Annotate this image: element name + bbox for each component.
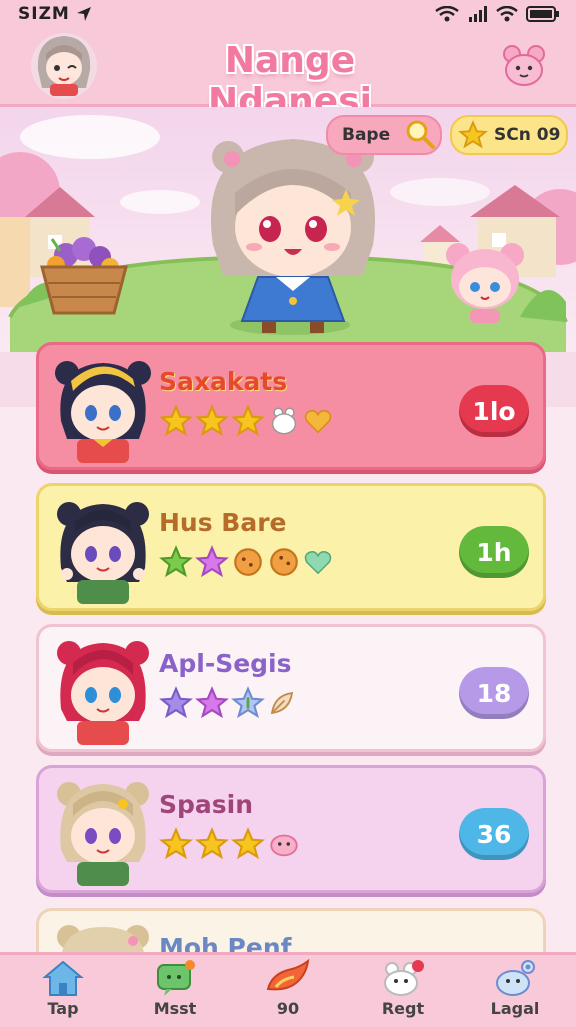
star-icon bbox=[159, 827, 193, 860]
level-badge[interactable]: 18 bbox=[459, 667, 529, 719]
cookie-icon bbox=[270, 548, 298, 576]
main-character[interactable] bbox=[188, 125, 398, 335]
heart-icon bbox=[304, 410, 332, 434]
battery-icon bbox=[526, 6, 559, 22]
home-icon bbox=[42, 960, 84, 996]
card-rating bbox=[159, 685, 297, 721]
status-icons bbox=[434, 6, 560, 22]
chat-icon bbox=[157, 960, 195, 996]
flower-icon bbox=[231, 686, 265, 719]
companion-character[interactable] bbox=[440, 237, 530, 327]
score-pill[interactable]: SCn 09 bbox=[450, 115, 568, 155]
pet-icon bbox=[270, 834, 298, 857]
star-icon bbox=[195, 545, 229, 578]
search-pill[interactable]: Bape bbox=[326, 115, 442, 155]
card-rating bbox=[159, 544, 333, 580]
star-icon bbox=[159, 404, 193, 437]
star-icon bbox=[231, 404, 265, 437]
level-badge[interactable]: 1lo bbox=[459, 385, 529, 437]
character-name: Saxakats bbox=[159, 367, 288, 396]
nav-label: Regt bbox=[381, 999, 425, 1018]
status-bar: SIZM bbox=[0, 0, 576, 28]
nav-item-regt[interactable]: Regt bbox=[358, 959, 448, 1025]
nav-item-lagal[interactable]: Lagal bbox=[470, 959, 560, 1025]
level-badge[interactable]: 1h bbox=[459, 526, 529, 578]
signal-icon bbox=[469, 6, 487, 22]
level-badge[interactable]: 36 bbox=[459, 808, 529, 860]
nav-item-msst[interactable]: Msst bbox=[130, 959, 220, 1025]
character-name: Hus Bare bbox=[159, 508, 287, 537]
nav-label: Msst bbox=[153, 999, 197, 1018]
character-portrait bbox=[55, 361, 151, 463]
wifi-calling-icon bbox=[435, 6, 459, 22]
character-portrait bbox=[57, 502, 149, 604]
app-header: Nange Ndanesi bbox=[0, 28, 576, 122]
location-arrow-icon bbox=[77, 7, 91, 21]
character-name: Apl-Segis bbox=[159, 649, 292, 678]
search-icon bbox=[406, 120, 435, 149]
nav-label: Tap bbox=[47, 999, 79, 1018]
player-avatar[interactable] bbox=[28, 30, 100, 100]
star-icon bbox=[159, 545, 193, 578]
character-portrait bbox=[57, 782, 149, 886]
star-icon bbox=[195, 686, 229, 719]
card-rating bbox=[159, 403, 333, 439]
leaf-icon bbox=[270, 691, 294, 715]
nav-item-tap[interactable]: Tap bbox=[18, 959, 108, 1025]
flame-icon bbox=[266, 959, 310, 991]
pet-icon bbox=[384, 960, 424, 996]
character-name: Spasin bbox=[159, 790, 254, 819]
star-icon bbox=[195, 404, 229, 437]
star-icon bbox=[231, 827, 265, 860]
character-portrait bbox=[57, 641, 149, 745]
bunny-icon bbox=[271, 407, 297, 435]
status-time: SIZM bbox=[18, 4, 70, 24]
star-icon bbox=[195, 827, 229, 860]
card-rating bbox=[159, 826, 301, 862]
heart-icon bbox=[304, 551, 332, 575]
search-pill-label: Bape bbox=[342, 125, 391, 145]
score-value: SCn 09 bbox=[494, 125, 561, 145]
bunny-menu-icon[interactable] bbox=[498, 40, 550, 92]
settings-icon bbox=[496, 960, 535, 996]
character-card[interactable]: Hus Bare 1h bbox=[36, 483, 546, 611]
star-icon bbox=[159, 686, 193, 719]
character-card[interactable]: Spasin 36 bbox=[36, 765, 546, 893]
bottom-nav: Tap Msst 90 Regt Lagal bbox=[0, 952, 576, 1027]
fruit-basket-icon bbox=[40, 237, 128, 315]
nav-label: 90 bbox=[276, 999, 300, 1018]
nav-label: Lagal bbox=[490, 999, 540, 1018]
nav-item-90[interactable]: 90 bbox=[243, 959, 333, 1025]
wifi-icon bbox=[496, 6, 518, 22]
cookie-icon bbox=[234, 548, 262, 576]
character-card[interactable]: Apl-Segis 18 bbox=[36, 624, 546, 752]
character-card[interactable]: Saxakats 1lo bbox=[36, 342, 546, 470]
star-icon bbox=[458, 120, 488, 149]
